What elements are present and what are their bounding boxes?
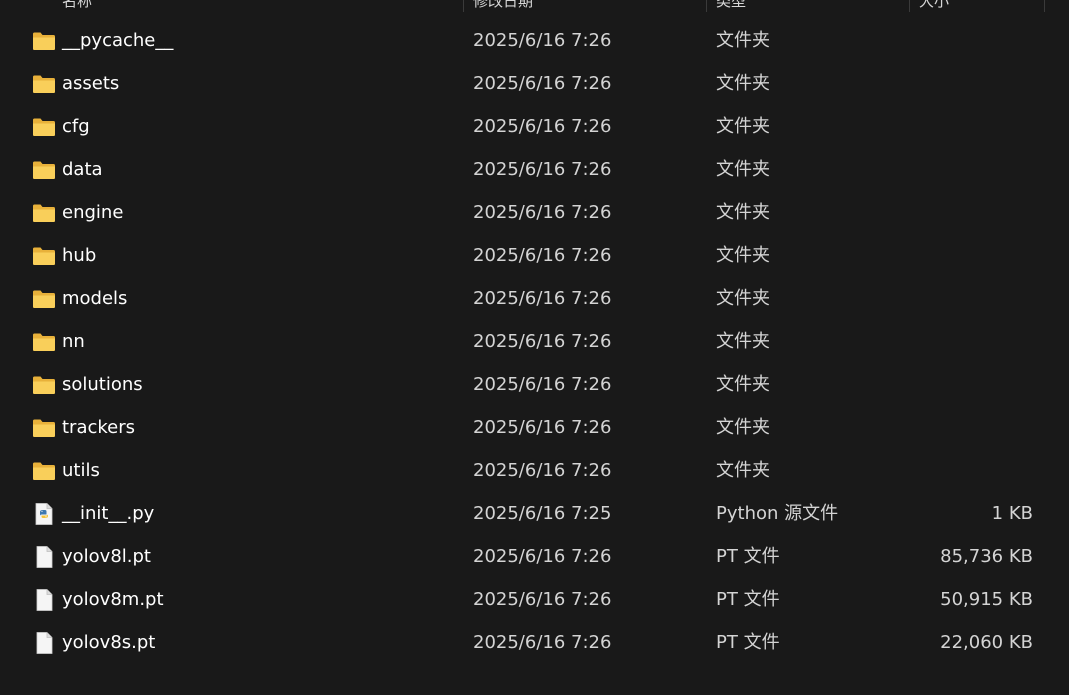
column-header-date[interactable]: 修改日期 <box>473 0 533 11</box>
column-divider[interactable] <box>1044 0 1045 12</box>
file-modified-date: 2025/6/16 7:26 <box>473 374 612 395</box>
file-type: PT 文件 <box>716 546 780 567</box>
file-type: Python 源文件 <box>716 503 839 524</box>
file-row-cfg[interactable]: cfg 2025/6/16 7:26 文件夹 <box>0 105 1069 148</box>
file-name: cfg <box>62 116 90 137</box>
column-divider[interactable] <box>463 0 464 12</box>
column-header-bar: 名称 修改日期 类型 大小 <box>0 0 1069 12</box>
file-name: yolov8l.pt <box>62 546 151 567</box>
file-name: __pycache__ <box>62 30 174 51</box>
file-type: 文件夹 <box>716 331 770 352</box>
file-size: 85,736 KB <box>940 546 1033 567</box>
file-modified-date: 2025/6/16 7:26 <box>473 460 612 481</box>
file-row-yolov8s-pt[interactable]: yolov8s.pt 2025/6/16 7:26 PT 文件 22,060 K… <box>0 621 1069 664</box>
folder-icon <box>32 245 56 267</box>
file-modified-date: 2025/6/16 7:26 <box>473 546 612 567</box>
file-modified-date: 2025/6/16 7:26 <box>473 417 612 438</box>
file-type: 文件夹 <box>716 245 770 266</box>
file-type: 文件夹 <box>716 417 770 438</box>
file-icon <box>32 546 56 568</box>
file-modified-date: 2025/6/16 7:26 <box>473 331 612 352</box>
file-row-yolov8m-pt[interactable]: yolov8m.pt 2025/6/16 7:26 PT 文件 50,915 K… <box>0 578 1069 621</box>
file-row-data[interactable]: data 2025/6/16 7:26 文件夹 <box>0 148 1069 191</box>
file-explorer: 名称 修改日期 类型 大小 __pycache__ 2025/6/16 7:26… <box>0 0 1069 695</box>
file-type: PT 文件 <box>716 632 780 653</box>
folder-icon <box>32 331 56 353</box>
folder-icon <box>32 116 56 138</box>
file-row-utils[interactable]: utils 2025/6/16 7:26 文件夹 <box>0 449 1069 492</box>
file-name: hub <box>62 245 97 266</box>
file-size: 50,915 KB <box>940 589 1033 610</box>
folder-icon <box>32 460 56 482</box>
file-row-engine[interactable]: engine 2025/6/16 7:26 文件夹 <box>0 191 1069 234</box>
folder-icon <box>32 417 56 439</box>
file-modified-date: 2025/6/16 7:26 <box>473 288 612 309</box>
file-row-models[interactable]: models 2025/6/16 7:26 文件夹 <box>0 277 1069 320</box>
file-modified-date: 2025/6/16 7:26 <box>473 632 612 653</box>
folder-icon <box>32 159 56 181</box>
file-modified-date: 2025/6/16 7:26 <box>473 73 612 94</box>
file-row-trackers[interactable]: trackers 2025/6/16 7:26 文件夹 <box>0 406 1069 449</box>
file-modified-date: 2025/6/16 7:25 <box>473 503 612 524</box>
file-row-hub[interactable]: hub 2025/6/16 7:26 文件夹 <box>0 234 1069 277</box>
file-modified-date: 2025/6/16 7:26 <box>473 30 612 51</box>
file-name: engine <box>62 202 124 223</box>
file-modified-date: 2025/6/16 7:26 <box>473 589 612 610</box>
folder-icon <box>32 73 56 95</box>
folder-icon <box>32 202 56 224</box>
file-type: 文件夹 <box>716 159 770 180</box>
file-name: solutions <box>62 374 143 395</box>
file-name: data <box>62 159 103 180</box>
file-name: nn <box>62 331 85 352</box>
file-size: 1 KB <box>991 503 1033 524</box>
file-name: yolov8m.pt <box>62 589 164 610</box>
file-name: models <box>62 288 128 309</box>
file-type: 文件夹 <box>716 374 770 395</box>
file-list: __pycache__ 2025/6/16 7:26 文件夹 assets 20… <box>0 19 1069 664</box>
file-name: yolov8s.pt <box>62 632 156 653</box>
column-divider[interactable] <box>706 0 707 12</box>
file-modified-date: 2025/6/16 7:26 <box>473 159 612 180</box>
file-row-solutions[interactable]: solutions 2025/6/16 7:26 文件夹 <box>0 363 1069 406</box>
file-name: trackers <box>62 417 136 438</box>
file-type: 文件夹 <box>716 30 770 51</box>
file-type: PT 文件 <box>716 589 780 610</box>
python-file-icon <box>32 503 56 525</box>
file-size: 22,060 KB <box>940 632 1033 653</box>
file-modified-date: 2025/6/16 7:26 <box>473 202 612 223</box>
file-row-assets[interactable]: assets 2025/6/16 7:26 文件夹 <box>0 62 1069 105</box>
file-row-nn[interactable]: nn 2025/6/16 7:26 文件夹 <box>0 320 1069 363</box>
file-row-pycache[interactable]: __pycache__ 2025/6/16 7:26 文件夹 <box>0 19 1069 62</box>
file-type: 文件夹 <box>716 73 770 94</box>
file-type: 文件夹 <box>716 288 770 309</box>
file-name: utils <box>62 460 100 481</box>
file-type: 文件夹 <box>716 460 770 481</box>
file-type: 文件夹 <box>716 202 770 223</box>
file-name: assets <box>62 73 120 94</box>
folder-icon <box>32 288 56 310</box>
file-name: __init__.py <box>62 503 155 524</box>
column-header-size[interactable]: 大小 <box>919 0 949 11</box>
file-modified-date: 2025/6/16 7:26 <box>473 245 612 266</box>
file-type: 文件夹 <box>716 116 770 137</box>
column-header-name[interactable]: 名称 <box>62 0 92 11</box>
file-icon <box>32 589 56 611</box>
folder-icon <box>32 374 56 396</box>
file-modified-date: 2025/6/16 7:26 <box>473 116 612 137</box>
file-icon <box>32 632 56 654</box>
file-row-yolov8l-pt[interactable]: yolov8l.pt 2025/6/16 7:26 PT 文件 85,736 K… <box>0 535 1069 578</box>
column-divider[interactable] <box>909 0 910 12</box>
folder-icon <box>32 30 56 52</box>
file-row-init-py[interactable]: __init__.py 2025/6/16 7:25 Python 源文件 1 … <box>0 492 1069 535</box>
column-header-type[interactable]: 类型 <box>716 0 746 11</box>
